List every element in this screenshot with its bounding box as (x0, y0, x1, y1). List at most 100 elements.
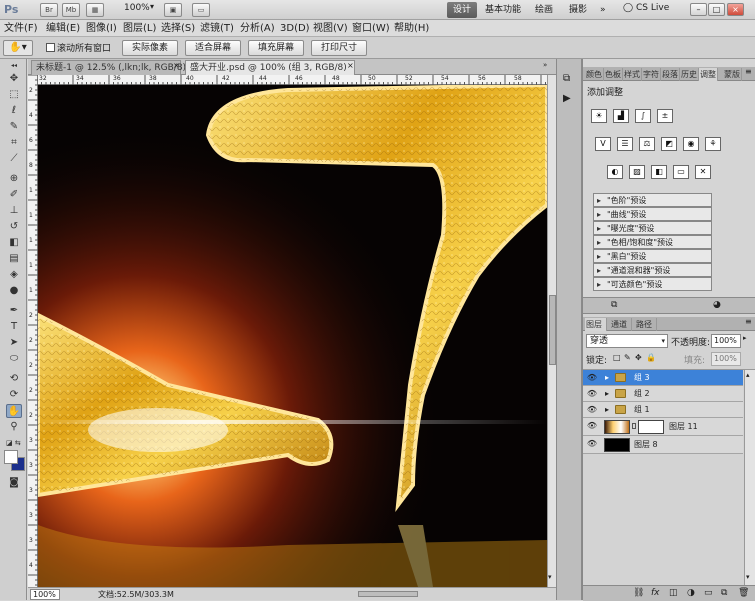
trash-icon[interactable]: 🗑 (738, 588, 749, 598)
type-tool-icon[interactable]: T (6, 320, 22, 334)
menu-edit[interactable]: 编辑(E) (46, 22, 80, 35)
workspace-painting[interactable]: 绘画 (529, 2, 559, 18)
blur-tool-icon[interactable]: ◈ (6, 268, 22, 282)
visibility-eye-icon[interactable]: 👁 (585, 372, 599, 384)
scroll-down-icon[interactable]: ▾ (746, 573, 750, 581)
history-icon[interactable]: ⧉ (563, 73, 570, 84)
folder-icon[interactable]: ▭ (704, 588, 713, 598)
vibrance-icon[interactable]: V (595, 137, 611, 151)
scroll-up-icon[interactable]: ▴ (746, 371, 750, 379)
bw-icon[interactable]: ◩ (661, 137, 677, 151)
menu-layer[interactable]: 图层(L) (123, 22, 156, 35)
path-selection-tool-icon[interactable]: ➤ (6, 336, 22, 350)
fx-icon[interactable]: fx (651, 588, 660, 598)
cs-live-label[interactable]: CS Live (636, 3, 669, 13)
photo-filter-icon[interactable]: ◉ (683, 137, 699, 151)
quick-mask-icon[interactable]: ◙ (6, 476, 22, 490)
eyedropper-tool-icon[interactable]: ⟋ (6, 152, 22, 166)
screen-mode-button[interactable]: ▭ (192, 3, 210, 17)
layer-row-group-3[interactable]: 👁 ▸ 组 3 (583, 370, 743, 386)
cs-live-icon[interactable]: ◯ (623, 3, 633, 13)
expand-arrow-icon[interactable]: ▸ (605, 402, 609, 418)
new-preset-icon[interactable]: ⧉ (611, 300, 617, 310)
layer-row-layer-11[interactable]: 👁 图层 11 (583, 418, 743, 436)
mask-icon[interactable]: ◫ (669, 588, 678, 598)
marquee-tool-icon[interactable]: ⬚ (6, 88, 22, 102)
minibridge-button[interactable]: Mb (62, 3, 80, 17)
close-tab-icon[interactable]: × (347, 61, 354, 70)
tabs-overflow-icon[interactable]: » (543, 61, 547, 69)
preset-channel-mixer[interactable]: "通道混和器"预设 (593, 263, 712, 277)
layers-scrollbar[interactable]: ▴ ▾ (744, 370, 755, 585)
preset-hue-saturation[interactable]: "色相/饱和度"预设 (593, 235, 712, 249)
lock-transparency-icon[interactable]: □ (613, 353, 621, 362)
view-extras-button[interactable]: ▦ (86, 3, 104, 17)
workspace-essentials[interactable]: 基本功能 (479, 2, 527, 18)
move-tool-icon[interactable]: ✥ (6, 72, 22, 86)
tab-paragraph[interactable]: 段落 (661, 68, 680, 81)
layers-menu-icon[interactable]: ≡ (745, 317, 752, 326)
healing-brush-tool-icon[interactable]: ⊕ (6, 172, 22, 186)
selective-color-icon[interactable]: ✕ (695, 165, 711, 179)
layer-mask-thumbnail[interactable] (638, 420, 664, 434)
menu-3d[interactable]: 3D(D) (280, 22, 310, 35)
history-brush-tool-icon[interactable]: ↺ (6, 220, 22, 234)
lock-position-icon[interactable]: ✥ (635, 353, 642, 362)
horizontal-scroll-thumb[interactable] (358, 591, 418, 597)
pen-tool-icon[interactable]: ✒ (6, 304, 22, 318)
layer-row-layer-8[interactable]: 👁 图层 8 (583, 436, 743, 454)
lasso-tool-icon[interactable]: ℓ (6, 104, 22, 118)
workspace-design[interactable]: 设计 (447, 2, 478, 18)
menu-select[interactable]: 选择(S) (161, 22, 195, 35)
menu-window[interactable]: 窗口(W) (352, 22, 390, 35)
hue-icon[interactable]: ☰ (617, 137, 633, 151)
dodge-tool-icon[interactable]: ● (6, 284, 22, 298)
maximize-button[interactable]: □ (708, 3, 725, 16)
3d-rotate-tool-icon[interactable]: ⟲ (6, 372, 22, 386)
close-tab-icon[interactable]: × (173, 61, 180, 70)
tab-paths[interactable]: 路径 (635, 318, 657, 331)
foreground-color-swatch-top[interactable] (4, 450, 18, 464)
clone-stamp-tool-icon[interactable]: ⊥ (6, 204, 22, 218)
3d-orbit-tool-icon[interactable]: ⟳ (6, 388, 22, 402)
menu-view[interactable]: 视图(V) (313, 22, 348, 35)
lock-all-icon[interactable]: 🔒 (646, 353, 656, 362)
tab-swatches[interactable]: 色板 (604, 68, 623, 81)
layer-row-group-1[interactable]: 👁 ▸ 组 1 (583, 402, 743, 418)
exposure-icon[interactable]: ± (657, 109, 673, 123)
lock-pixels-icon[interactable]: ✎ (624, 353, 631, 362)
actual-pixels-button[interactable]: 实际像素 (122, 40, 178, 56)
document-canvas[interactable] (38, 85, 547, 587)
tab-history[interactable]: 历史 (680, 68, 699, 81)
adjustment-icon[interactable]: ◑ (687, 588, 695, 598)
tab-masks[interactable]: 蒙版 (723, 68, 742, 81)
close-button[interactable]: × (727, 3, 744, 16)
tab-styles[interactable]: 样式 (623, 68, 642, 81)
channel-mixer-icon[interactable]: ⚘ (705, 137, 721, 151)
scroll-all-windows-checkbox[interactable] (46, 43, 55, 52)
fill-field[interactable]: 100% (711, 352, 741, 366)
bridge-button[interactable]: Br (40, 3, 58, 17)
more-workspaces-button[interactable]: » (594, 2, 612, 18)
visibility-eye-icon[interactable]: 👁 (585, 438, 599, 450)
zoom-level[interactable]: 100% (124, 3, 150, 13)
brush-tool-icon[interactable]: ✐ (6, 188, 22, 202)
threshold-icon[interactable]: ◧ (651, 165, 667, 179)
layer-row-group-2[interactable]: 👁 ▸ 组 2 (583, 386, 743, 402)
new-layer-icon[interactable]: ⧉ (721, 588, 727, 598)
opacity-field[interactable]: 100% (711, 334, 741, 348)
link-icon[interactable]: ⛓ (633, 588, 644, 598)
scroll-down-icon[interactable]: ▾ (548, 573, 552, 581)
tab-grand-opening-psd[interactable]: 盛大开业.psd @ 100% (组 3, RGB/8) (185, 60, 355, 75)
menu-help[interactable]: 帮助(H) (394, 22, 429, 35)
zoom-field[interactable]: 100% (30, 589, 60, 600)
fit-screen-button[interactable]: 适合屏幕 (185, 40, 241, 56)
arrange-docs-button[interactable]: ▣ (164, 3, 182, 17)
gradient-tool-icon[interactable]: ▤ (6, 252, 22, 266)
posterize-icon[interactable]: ▨ (629, 165, 645, 179)
menu-file[interactable]: 文件(F) (4, 22, 38, 35)
color-balance-icon[interactable]: ⚖ (639, 137, 655, 151)
tab-color[interactable]: 颜色 (585, 68, 604, 81)
collapse-tools-icon[interactable]: ◂◂ (6, 63, 22, 69)
zoom-tool-icon[interactable]: ⚲ (6, 420, 22, 434)
